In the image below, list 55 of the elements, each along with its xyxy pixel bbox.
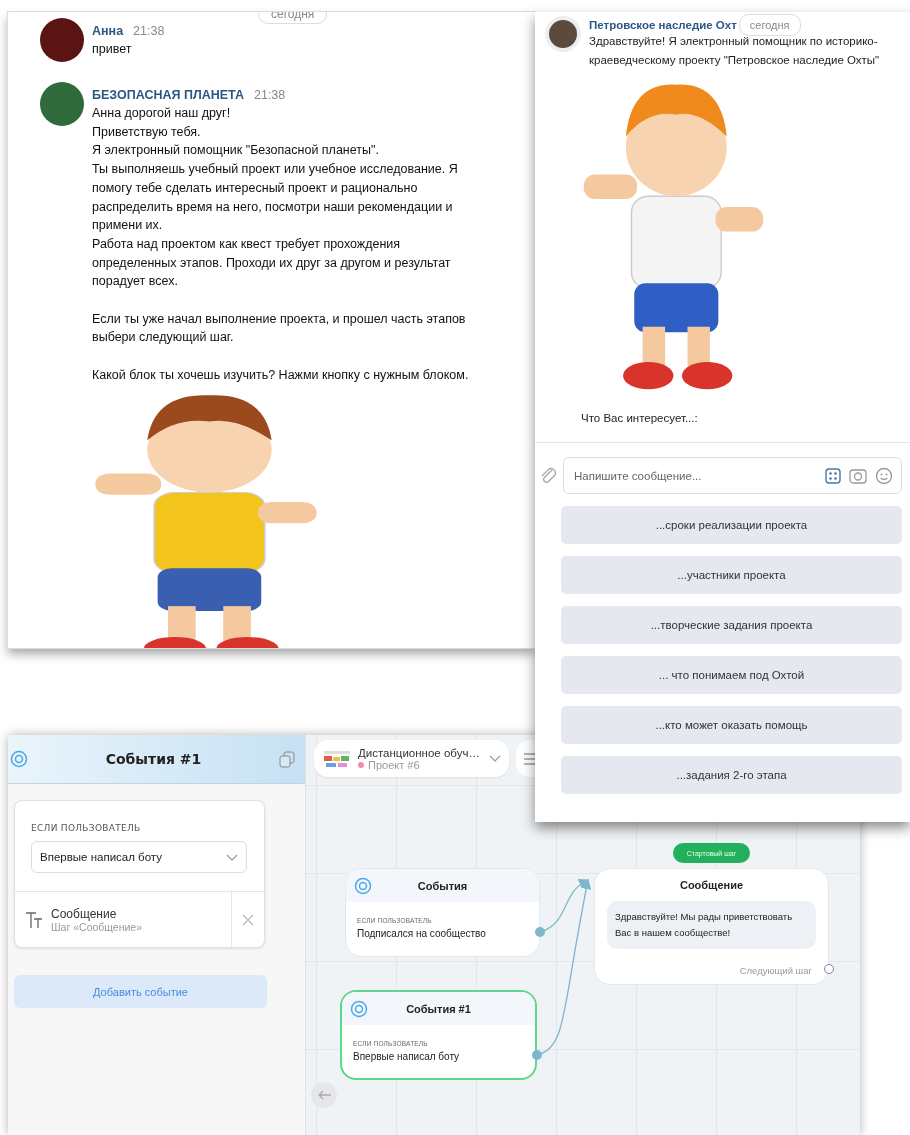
attach-icon[interactable] bbox=[539, 465, 557, 486]
message-time: 21:38 bbox=[254, 88, 286, 102]
keyboard-icon[interactable] bbox=[825, 467, 841, 484]
node-title: События bbox=[416, 879, 469, 892]
node-title: События #1 bbox=[405, 1002, 472, 1015]
chevron-icon bbox=[489, 755, 501, 762]
author-name[interactable]: Анна bbox=[92, 24, 124, 38]
date-badge: сегодня bbox=[738, 14, 801, 36]
output-port[interactable] bbox=[532, 1050, 542, 1060]
quick-reply-button[interactable]: ...кто может оказать помощь bbox=[561, 706, 902, 744]
chevron-icon bbox=[226, 853, 238, 861]
arrow-left-icon bbox=[316, 1089, 332, 1101]
project-label: Проект #6 bbox=[368, 758, 420, 771]
panel-title: События #1 bbox=[104, 751, 203, 767]
avatar[interactable] bbox=[40, 18, 84, 62]
step-subtitle: Шаг «Сообщение» bbox=[51, 920, 143, 933]
project-name: Дистанционное обуч… bbox=[358, 746, 481, 759]
next-step-label: Следующий шаг bbox=[739, 965, 812, 976]
message-text: Анна дорогой наш друг! Приветствую тебя. Я электронный помощник "Безопасной планеты". Ты выполняешь учебный проект или учебное исследование. Я помогу тебе сделать интересный проект и рационально распределить время на него, посмотри наши рекомендации и примени их. Работа над проектом как квест требует прохождения определенных этапов. Проходи их друг за другом и результат порадует всех. Если ты уже начал выполнение проекта, и прошел часть этапов выбери следующий шаг. Какой блок ты хочешь изучить? Нажми кнопку с нужным блоком. bbox=[92, 105, 470, 384]
output-port[interactable] bbox=[824, 964, 834, 974]
message-text: привет bbox=[92, 41, 133, 58]
date-badge: сегодня bbox=[258, 12, 328, 24]
field-label: ЕСЛИ ПОЛЬЗОВАТЕЛЬ bbox=[30, 822, 142, 835]
quick-reply-button[interactable]: ...задания 2-го этапа bbox=[561, 756, 902, 794]
step-title: Сообщение bbox=[51, 906, 118, 921]
target-icon bbox=[354, 876, 372, 895]
status-dot bbox=[358, 761, 364, 768]
condition-dropdown[interactable]: Впервые написал боту bbox=[31, 841, 247, 873]
message-field[interactable]: Напишите сообщение... bbox=[574, 469, 817, 482]
avatar[interactable] bbox=[545, 16, 581, 52]
message-time: 21:38 bbox=[133, 24, 165, 38]
target-icon bbox=[350, 999, 368, 1018]
back-button[interactable] bbox=[311, 1082, 337, 1108]
quick-reply-button[interactable]: ...творческие задания проекта bbox=[561, 606, 902, 644]
copy-icon[interactable] bbox=[279, 750, 295, 768]
output-port[interactable] bbox=[535, 927, 545, 937]
author-name[interactable]: БЕЗОПАСНАЯ ПЛАНЕТА bbox=[92, 88, 244, 102]
quick-reply-button[interactable]: ... что понимаем под Охтой bbox=[561, 656, 902, 694]
emoji-icon[interactable] bbox=[875, 466, 893, 485]
author-name[interactable]: Петровское наследие Охт bbox=[589, 19, 737, 31]
field-value: Подписался на сообщество bbox=[356, 928, 487, 939]
project-selector[interactable]: Дистанционное обуч… Проект #6 bbox=[314, 740, 509, 777]
field-value: Впервые написал боту bbox=[352, 1051, 461, 1062]
message-bubble: Здравствуйте! Мы рады приветствовать Вас в нашем сообществе! bbox=[607, 901, 816, 949]
message-node[interactable]: Сообщение Здравствуйте! Мы рады приветствовать Вас в нашем сообществе! Следующий шаг bbox=[594, 868, 829, 985]
node-title: Сообщение bbox=[678, 879, 745, 891]
close-icon bbox=[242, 913, 254, 926]
camera-icon[interactable] bbox=[849, 466, 867, 485]
text-style-icon bbox=[25, 910, 43, 929]
quick-reply-button[interactable]: ...участники проекта bbox=[561, 556, 902, 594]
message-text: Что Вас интересует...: bbox=[581, 412, 699, 424]
message-text: Здравствуйте! Я электронный помощник по историко-краеведческому проекту "Петровское наследие Охты" bbox=[589, 34, 881, 68]
target-icon bbox=[10, 750, 28, 768]
quick-reply-button[interactable]: ...сроки реализации проекта bbox=[561, 506, 902, 544]
avatar[interactable] bbox=[40, 82, 84, 126]
